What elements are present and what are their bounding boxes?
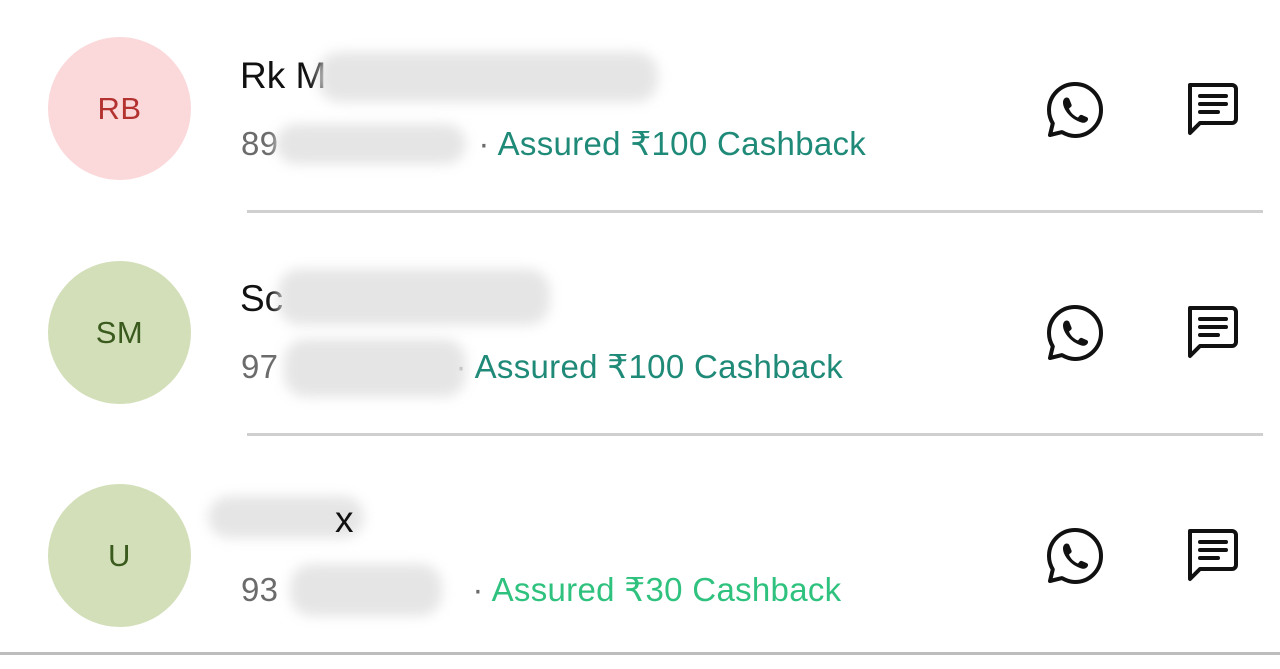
avatar-initials: U	[108, 537, 131, 573]
contact-phone: 97	[241, 348, 279, 385]
message-icon	[1188, 306, 1238, 358]
contact-name: x	[335, 499, 354, 540]
row-divider	[247, 433, 1263, 436]
redaction-blur	[284, 339, 466, 397]
separator-dot: ·	[478, 125, 490, 162]
whatsapp-icon	[1047, 528, 1103, 584]
whatsapp-icon	[1047, 82, 1103, 138]
redaction-blur	[318, 52, 658, 102]
redaction-blur	[278, 269, 550, 325]
avatar: RB	[48, 37, 191, 180]
contact-phone: 93	[241, 571, 279, 608]
contact-name: Sc	[240, 278, 284, 319]
avatar: U	[48, 484, 191, 627]
message-button[interactable]	[1178, 300, 1244, 366]
cashback-label: Assured ₹30 Cashback	[491, 571, 842, 608]
avatar: SM	[48, 261, 191, 404]
whatsapp-button[interactable]	[1042, 300, 1108, 366]
avatar-initials: SM	[95, 314, 144, 350]
message-icon	[1188, 529, 1238, 581]
whatsapp-button[interactable]	[1042, 523, 1108, 589]
contact-name: Rk M	[240, 55, 327, 96]
message-icon	[1188, 83, 1238, 135]
redaction-blur	[276, 124, 466, 164]
contact-row[interactable]: SM Sc 97·Assured ₹100 Cashback	[0, 223, 1280, 446]
contact-row[interactable]: U x 93 · Assured ₹30 Cashback	[0, 446, 1280, 669]
redaction-blur	[290, 564, 442, 616]
separator-dot: ·	[472, 571, 484, 608]
row-divider	[247, 210, 1263, 213]
cashback-label: Assured ₹100 Cashback	[474, 348, 844, 385]
message-button[interactable]	[1178, 77, 1244, 143]
contact-row[interactable]: RB Rk M 89 · Assured ₹100 Cashback	[0, 0, 1280, 223]
contact-list: RB Rk M 89 · Assured ₹100 Cashback SM Sc…	[0, 0, 1280, 655]
whatsapp-icon	[1047, 305, 1103, 361]
contact-phone: 89	[241, 125, 279, 162]
message-button[interactable]	[1178, 523, 1244, 589]
whatsapp-button[interactable]	[1042, 77, 1108, 143]
avatar-initials: RB	[97, 90, 142, 126]
cashback-label: Assured ₹100 Cashback	[497, 125, 867, 162]
